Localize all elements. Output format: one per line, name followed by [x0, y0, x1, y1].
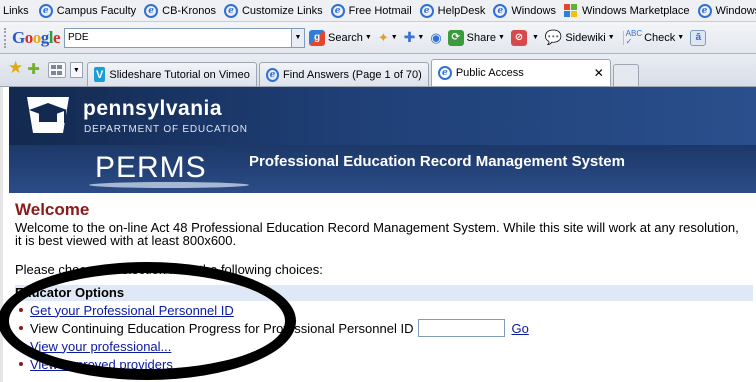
search-icon: g	[309, 29, 326, 46]
link-free-hotmail[interactable]: e Free Hotmail	[330, 3, 412, 18]
ie-icon: e	[697, 3, 712, 18]
quick-tabs-button[interactable]	[47, 62, 66, 78]
google-search-input[interactable]: PDE	[64, 27, 293, 48]
link-campus-faculty[interactable]: e Campus Faculty	[38, 3, 137, 18]
welcome-heading: Welcome	[15, 200, 90, 219]
vimeo-icon: V	[93, 67, 106, 82]
new-tab-button[interactable]	[612, 64, 639, 86]
share-icon: ⟳	[447, 29, 464, 46]
google-search-button[interactable]: g Search ▼	[309, 29, 372, 46]
department-name: DEPARTMENT OF EDUCATION	[84, 124, 248, 135]
toolbar-grip[interactable]	[4, 27, 8, 48]
browser-tab-bar: ★ ✚ ▼ V Slideshare Tutorial on Vimeo e F…	[0, 54, 756, 87]
close-tab-icon[interactable]: ✕	[594, 66, 604, 80]
popup-blocker-icon: ⊘	[510, 29, 527, 46]
tab-list-dropdown[interactable]: ▼	[69, 62, 83, 78]
add-favorite-icon[interactable]: ✚	[27, 60, 40, 78]
spellcheck-icon: ABC ✓	[625, 28, 643, 46]
tab-label: Slideshare Tutorial on Vimeo	[109, 68, 250, 81]
links-toolbar: Links e Campus Faculty e CB-Kronos e Custom…	[0, 0, 756, 22]
link-cb-kronos[interactable]: e CB-Kronos	[144, 3, 216, 18]
ie-icon: e	[265, 67, 280, 82]
sidewiki-icon: 💬	[544, 29, 563, 45]
google-toolbar: Google PDE ▼ g Search ▼ ✦ ▼ ✚ ▼ ◉ ⟳ Share ▼ ⊘ ▼…	[0, 22, 756, 54]
pa-header-banner: pennsylvania DEPARTMENT OF EDUCATION PER…	[9, 87, 756, 193]
tab-label: Public Access	[455, 67, 524, 79]
ie-icon: e	[493, 3, 508, 18]
abc-text: ABC	[625, 28, 643, 38]
sidewiki-label: Sidewiki	[565, 31, 606, 44]
bullet-icon	[19, 362, 23, 366]
separator	[622, 30, 624, 45]
pid-input[interactable]	[418, 319, 506, 337]
ie-icon: e	[437, 66, 452, 80]
link-label: Campus Faculty	[56, 4, 137, 17]
go-link[interactable]: Go	[511, 321, 528, 336]
favorites-star-icon[interactable]: ★	[8, 58, 23, 78]
keystone-mortarboard-logo	[27, 97, 69, 133]
tab-find-answers[interactable]: e Find Answers (Page 1 of 70)	[258, 62, 429, 86]
share-label: Share	[466, 31, 497, 44]
link-windows[interactable]: e Windows	[493, 3, 556, 18]
ie-icon: e	[223, 3, 238, 18]
tab-slideshare-vimeo[interactable]: V Slideshare Tutorial on Vimeo	[86, 62, 257, 86]
welcome-text: Welcome to the on-line Act 48 Profession…	[15, 220, 739, 248]
tab-public-access[interactable]: e Public Access ✕	[430, 59, 611, 86]
ie-icon: e	[419, 3, 434, 18]
ie-icon: e	[144, 3, 159, 18]
puzzle-button[interactable]: ✚ ▼	[404, 29, 425, 46]
ie-icon: e	[330, 3, 345, 18]
globe-icon: ◉	[430, 29, 442, 45]
link-windows-marketplace[interactable]: Windows Marketplace	[563, 3, 690, 18]
perms-logo: PERMS	[95, 151, 207, 184]
translate-button[interactable]: ā	[690, 29, 709, 46]
highlight-ellipse-annotation	[0, 262, 296, 380]
search-label: Search	[328, 31, 363, 44]
tab-label: Find Answers (Page 1 of 70)	[283, 68, 422, 81]
blocker-button[interactable]: ⊘ ▼	[510, 29, 539, 46]
windows-flag-icon	[563, 3, 578, 18]
check-label: Check	[644, 31, 676, 44]
link-label: Windows	[715, 4, 756, 17]
link-helpdesk[interactable]: e HelpDesk	[419, 3, 486, 18]
perms-swoosh	[89, 182, 249, 188]
spellcheck-button[interactable]: ABC ✓ Check ▼	[625, 28, 685, 46]
share-button[interactable]: ⟳ Share ▼	[447, 29, 505, 46]
state-name: pennsylvania	[83, 97, 223, 120]
link-label: Free Hotmail	[348, 4, 412, 17]
google-logo[interactable]: Google	[12, 28, 61, 48]
translate-icon: ā	[690, 29, 707, 46]
bookmark-icon: ✦	[377, 29, 389, 45]
ie-icon: e	[38, 3, 53, 18]
link-label: HelpDesk	[437, 4, 486, 17]
links-title: Links	[3, 4, 29, 17]
bookmark-button[interactable]: ✦ ▼	[378, 30, 398, 46]
ie-globe-button[interactable]: ◉	[430, 30, 441, 46]
link-label: Customize Links	[241, 4, 323, 17]
link-label: Windows Marketplace	[581, 4, 690, 17]
sidewiki-button[interactable]: 💬 Sidewiki ▼	[545, 29, 615, 46]
plus-icon: ✚	[403, 29, 416, 45]
link-label: Windows	[511, 4, 556, 17]
perms-full-title: Professional Education Record Management…	[249, 153, 625, 170]
link-customize-links[interactable]: e Customize Links	[223, 3, 323, 18]
search-history-dropdown[interactable]: ▼	[292, 27, 306, 48]
link-windows-2[interactable]: e Windows	[697, 3, 756, 18]
link-label: CB-Kronos	[162, 4, 216, 17]
